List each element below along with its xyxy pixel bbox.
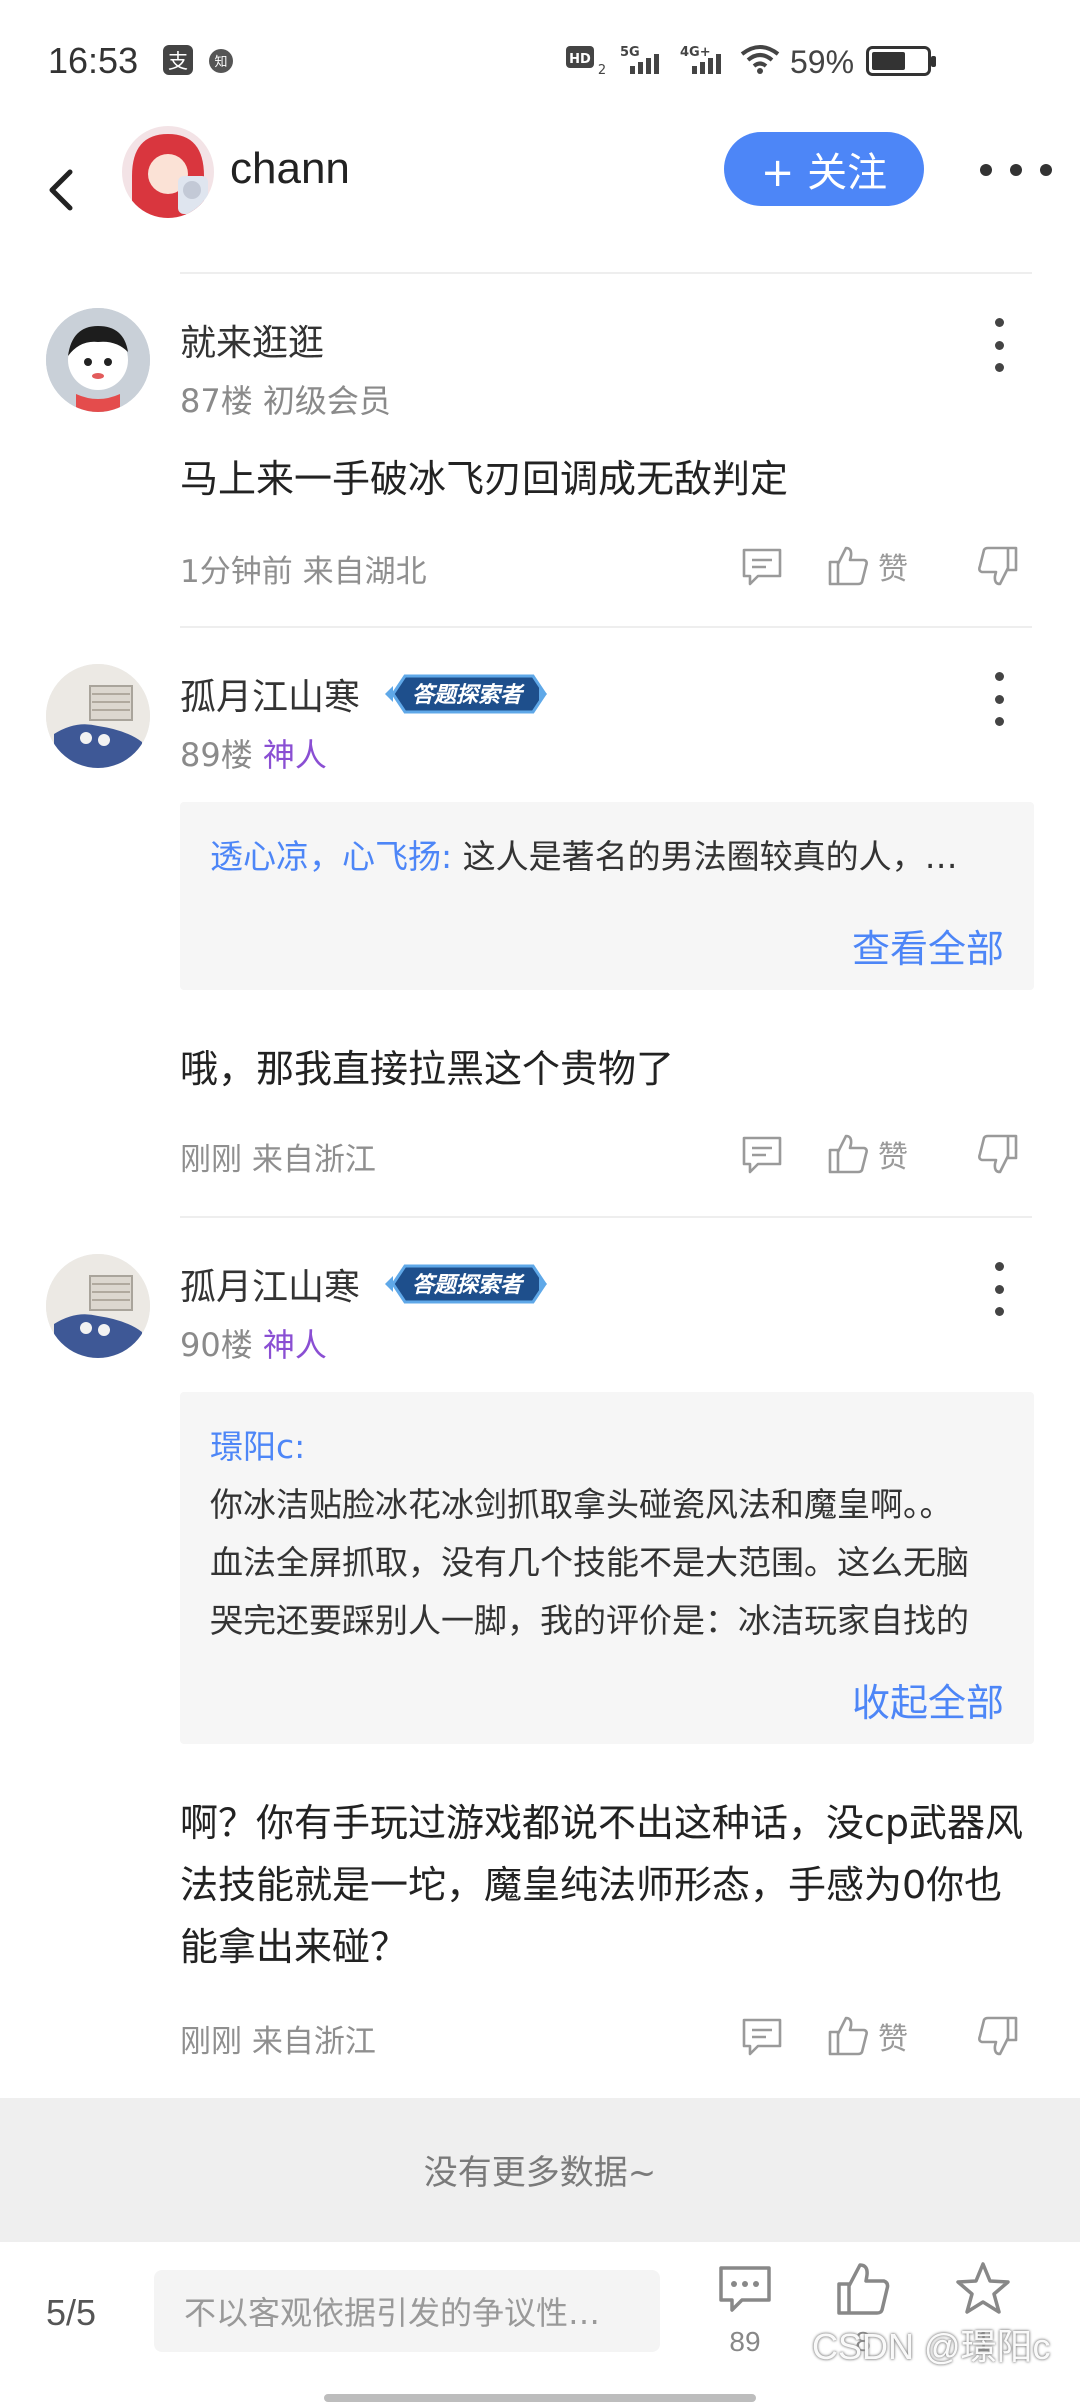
- status-bar: 16:53 支 知 HD 2 5G 4G+ 59%: [0, 0, 1080, 120]
- like-button[interactable]: 赞: [826, 542, 908, 590]
- quoted-reply[interactable]: 璟阳c: 你冰洁贴脸冰花冰剑抓取拿头碰瓷风法和魔皇啊。。 血法全屏抓取，没有几个…: [180, 1392, 1034, 1744]
- post-more-button[interactable]: [984, 1262, 1014, 1316]
- quote-line: 你冰洁贴脸冰花冰剑抓取拿头碰瓷风法和魔皇啊。。: [210, 1485, 953, 1524]
- svg-text:4G+: 4G+: [680, 45, 711, 60]
- watermark: CSDN @璟阳c: [812, 2326, 1051, 2367]
- post-content: 啊？你有手玩过游戏都说不出这种话，没cp武器风法技能就是一坨，魔皇纯法师形态，手…: [180, 1801, 1024, 1969]
- comment-icon: [742, 548, 782, 586]
- username[interactable]: 孤月江山寒: [180, 668, 360, 720]
- post-time-location: 1分钟前 来自湖北: [180, 554, 427, 590]
- reply-button[interactable]: [740, 1130, 784, 1178]
- zhihu-icon: 知: [209, 49, 233, 73]
- more-options-button[interactable]: [980, 150, 1052, 190]
- svg-text:HD: HD: [569, 52, 591, 67]
- collapse-all-link[interactable]: 收起全部: [852, 1672, 1004, 1727]
- dot-icon: [1040, 164, 1052, 176]
- page-indicator[interactable]: 5/5: [46, 2292, 96, 2334]
- thumbs-down-icon: [978, 546, 1018, 586]
- dislike-button[interactable]: [976, 1130, 1020, 1178]
- divider: [180, 626, 1032, 628]
- post-more-button[interactable]: [984, 318, 1014, 372]
- post-meta: 89楼 神人: [180, 730, 327, 776]
- member-level: 初级会员: [262, 382, 391, 420]
- dislike-button[interactable]: [976, 542, 1020, 590]
- like-label: 赞: [878, 1140, 908, 1175]
- reply-input[interactable]: 不以客观依据引发的争议性…: [154, 2270, 660, 2352]
- quoted-reply[interactable]: 透心凉，心飞扬: 这人是著名的男法圈较真的人，… 查看全部: [180, 802, 1034, 990]
- comment-count: 89: [729, 2326, 761, 2357]
- dot-icon: [980, 164, 992, 176]
- view-all-link[interactable]: 查看全部: [852, 918, 1004, 973]
- reply-button[interactable]: [740, 2012, 784, 2060]
- no-more-data: 没有更多数据~: [0, 2098, 1080, 2240]
- divider: [180, 272, 1032, 274]
- quote-line: 血法全屏抓取，没有几个技能不是大范围。这么无脑: [210, 1543, 969, 1582]
- like-button[interactable]: 赞: [826, 2012, 908, 2060]
- battery-percent: 59%: [790, 44, 855, 80]
- username[interactable]: 孤月江山寒: [180, 1258, 360, 1310]
- dislike-button[interactable]: [976, 2012, 1020, 2060]
- post-meta: 90楼 神人: [180, 1320, 327, 1366]
- floor-number: 89楼: [180, 736, 253, 774]
- badge-label: 答题探索者: [412, 682, 525, 708]
- quote-author[interactable]: 璟阳c:: [210, 1418, 969, 1476]
- follow-button[interactable]: + 关注: [724, 132, 924, 206]
- username[interactable]: 就来逛逛: [180, 314, 324, 366]
- member-level: 神人: [262, 736, 327, 774]
- star-icon: [956, 2262, 1010, 2314]
- quote-line: 哭完还要踩别人一脚，我的评价是：冰洁玩家自找的: [210, 1601, 969, 1640]
- avatar[interactable]: [46, 308, 150, 412]
- signal-4g-icon: 4G+: [680, 45, 721, 74]
- svg-text:知: 知: [214, 54, 227, 70]
- like-label: 赞: [878, 2022, 908, 2057]
- svg-text:支: 支: [168, 49, 188, 73]
- comments-button[interactable]: 89: [700, 2260, 790, 2390]
- thumbs-up-icon: [828, 2016, 868, 2056]
- badge-answer-explorer: 答题探索者: [385, 674, 547, 714]
- post-time-location: 刚刚 来自浙江: [180, 2024, 376, 2060]
- svg-text:2: 2: [598, 63, 606, 78]
- like-label: 赞: [878, 552, 908, 587]
- author-name[interactable]: chann: [230, 144, 350, 194]
- thumbs-down-icon: [978, 1134, 1018, 1174]
- floor-number: 90楼: [180, 1326, 253, 1364]
- post-content: 哦，那我直接拉黑这个贵物了: [180, 1047, 675, 1091]
- divider: [180, 1216, 1032, 1218]
- back-button[interactable]: [30, 150, 90, 230]
- svg-text:5G: 5G: [620, 45, 640, 60]
- battery-icon: [866, 46, 936, 76]
- comment-icon: [742, 2018, 782, 2056]
- comment-icon: [742, 1136, 782, 1174]
- thumbs-up-icon: [837, 2263, 890, 2315]
- home-indicator[interactable]: [324, 2394, 756, 2402]
- reply-button[interactable]: [740, 542, 784, 590]
- avatar[interactable]: [46, 664, 150, 768]
- hd-icon: HD 2: [566, 46, 606, 78]
- comment-icon: [719, 2266, 771, 2312]
- member-level: 神人: [262, 1326, 327, 1364]
- wifi-icon: [740, 45, 780, 74]
- signal-5g-icon: 5G: [620, 45, 659, 74]
- badge-answer-explorer: 答题探索者: [385, 1264, 547, 1304]
- thumbs-up-icon: [828, 546, 868, 586]
- like-button[interactable]: 赞: [826, 1130, 908, 1178]
- post-meta: 87楼 初级会员: [180, 376, 391, 422]
- badge-label: 答题探索者: [412, 1272, 525, 1298]
- post-more-button[interactable]: [984, 672, 1014, 726]
- chevron-left-icon: [49, 169, 73, 211]
- avatar[interactable]: [46, 1254, 150, 1358]
- quote-text: 这人是著名的男法圈较真的人，…: [462, 837, 958, 876]
- post-time-location: 刚刚 来自浙江: [180, 1142, 376, 1178]
- dot-icon: [1010, 164, 1022, 176]
- post-content: 马上来一手破冰飞刃回调成无敌判定: [180, 457, 789, 501]
- author-avatar[interactable]: [122, 126, 214, 218]
- status-time: 16:53: [48, 40, 139, 81]
- thumbs-down-icon: [978, 2016, 1018, 2056]
- alipay-icon: 支: [163, 45, 193, 75]
- quote-author[interactable]: 透心凉，心飞扬:: [210, 837, 452, 876]
- thumbs-up-icon: [828, 1134, 868, 1174]
- floor-number: 87楼: [180, 382, 253, 420]
